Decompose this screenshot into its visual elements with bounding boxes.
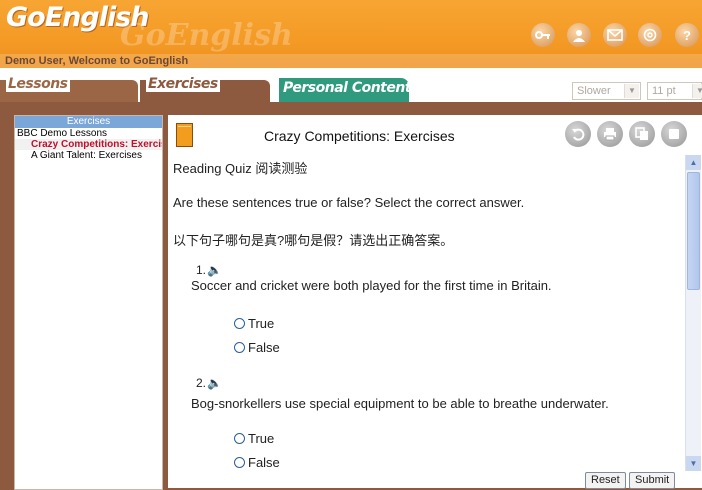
chevron-down-icon[interactable]: ▼ [692,84,702,98]
option-label: True [248,316,275,331]
app-header: GoEnglish GoEnglish Demo User, Welcome t… [0,0,702,68]
copy-icon[interactable] [629,121,655,147]
option-label: True [248,431,275,446]
question-1-number: 1. [196,263,207,277]
tree-item-giant-talent[interactable]: A Giant Talent: Exercises [15,150,162,161]
chevron-down-icon[interactable]: ▼ [624,84,639,98]
radio-button[interactable] [234,342,245,353]
key-icon[interactable] [531,23,555,47]
tab-exercises[interactable]: Exercises [140,76,270,102]
question-2-true-radio[interactable]: True [234,431,274,446]
tab-lessons[interactable]: Lessons [0,76,138,102]
undo-icon[interactable] [565,121,591,147]
header-watermark: GoEnglish [120,18,293,53]
help-glyph: ? [683,27,691,43]
reset-button[interactable]: Reset [585,472,626,489]
tab-personal-content[interactable]: Personal Content [279,78,412,102]
speaker-icon[interactable]: 🔈 [207,263,222,277]
tab-exercises-label: Exercises [146,76,220,92]
radio-button[interactable] [234,457,245,468]
question-2-text: Bog-snorkellers use special equipment to… [191,396,609,411]
speaker-icon[interactable]: 🔈 [207,376,222,390]
scroll-thumb[interactable] [687,172,700,290]
question-1-true-radio[interactable]: True [234,316,274,331]
speed-select[interactable]: Slower ▼ [572,82,641,100]
font-size-value: 11 pt [652,85,676,97]
question-number: 1.🔈 [196,263,222,277]
option-label: False [248,455,280,470]
lesson-tree: BBC Demo Lessons Crazy Competitions: Exe… [15,128,162,161]
quiz-label: Reading Quiz 阅读测验 [173,161,308,176]
help-icon[interactable]: ? [675,23,699,47]
stop-icon[interactable] [661,121,687,147]
user-icon[interactable] [567,23,591,47]
content-scrollbar[interactable]: ▲ ▼ [685,155,701,471]
book-icon [176,123,193,147]
sidebar-title: Exercises [15,116,162,128]
mail-icon[interactable] [603,23,627,47]
question-2-false-radio[interactable]: False [234,455,280,470]
question-number: 2.🔈 [196,376,222,390]
question-1-text: Soccer and cricket were both played for … [191,278,552,293]
exercise-content: Crazy Competitions: Exercises Reading Qu… [168,115,702,488]
scroll-up-icon[interactable]: ▲ [686,155,701,170]
question-1-false-radio[interactable]: False [234,340,280,355]
print-icon[interactable] [597,121,623,147]
tree-item-crazy-competitions[interactable]: Crazy Competitions: Exercises [15,139,162,150]
exercise-title: Crazy Competitions: Exercises [264,128,455,144]
at-icon[interactable] [638,23,662,47]
radio-button[interactable] [234,433,245,444]
scroll-down-icon[interactable]: ▼ [686,456,701,471]
lesson-tree-panel: Exercises BBC Demo Lessons Crazy Competi… [14,115,163,490]
font-size-select[interactable]: 11 pt ▼ [647,82,702,100]
radio-button[interactable] [234,318,245,329]
tab-lessons-label: Lessons [6,76,70,92]
speed-value: Slower [577,85,611,97]
instruction-chinese: 以下句子哪句是真?哪句是假？请选出正确答案。 [173,233,454,248]
submit-button[interactable]: Submit [629,472,676,489]
tab-personal-label: Personal Content [283,80,412,96]
welcome-message: Demo User, Welcome to GoEnglish [5,55,189,67]
instruction-english: Are these sentences true or false? Selec… [173,195,525,210]
tree-root[interactable]: BBC Demo Lessons [15,128,162,139]
option-label: False [248,340,280,355]
question-2-number: 2. [196,376,207,390]
